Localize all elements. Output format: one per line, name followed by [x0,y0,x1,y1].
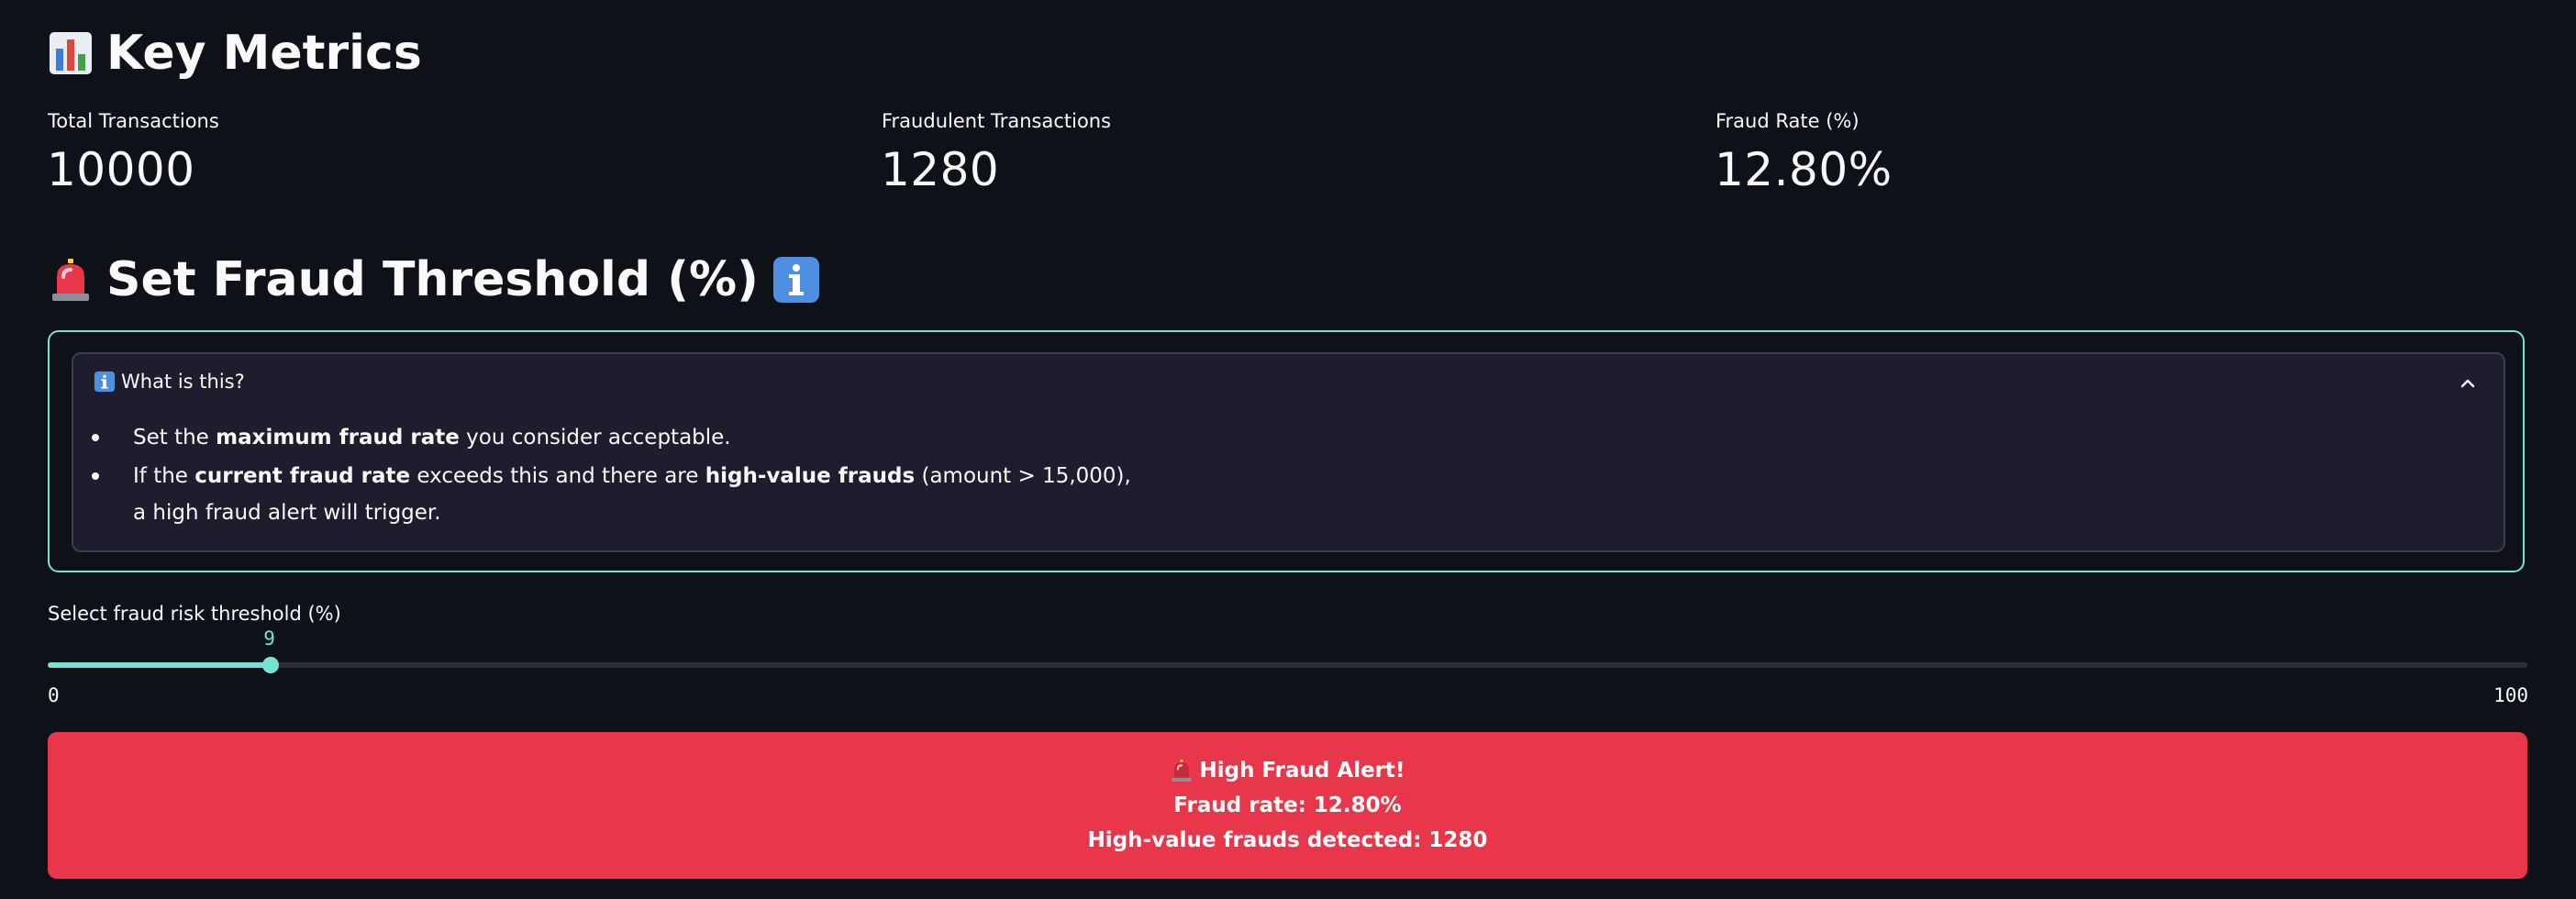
bullet-text: (amount > 15,000), [915,464,1131,488]
siren-icon [48,257,94,303]
chevron-up-icon[interactable] [2458,373,2478,394]
slider-label: Select fraud risk threshold (%) [48,603,341,625]
expander-content: Set the maximum fraud rate you consider … [92,418,1131,530]
threshold-title: Set Fraud Threshold (%) [106,252,759,307]
list-item: Set the maximum fraud rate you consider … [92,418,1131,457]
bullet-bold: maximum fraud rate [216,426,460,450]
key-metrics-heading: Key Metrics [48,29,422,77]
alert-fraud-rate: Fraud rate: 12.80% [1173,794,1402,817]
key-metrics-title: Key Metrics [106,26,422,81]
slider-max-label: 100 [2493,684,2528,706]
slider-track-fill [48,662,272,668]
bullet-text-continued: a high fraud alert will trigger. [133,501,441,525]
siren-icon [1170,759,1194,782]
slider-thumb[interactable] [262,657,280,673]
metric-label-fraud-rate: Fraud Rate (%) [1715,110,1860,132]
metric-label-total: Total Transactions [48,110,219,132]
bullet-text: exceeds this and there are [410,464,705,488]
page: Key Metrics Total Transactions 10000 Fra… [0,0,2576,899]
expander-title: What is this? [121,371,245,393]
high-fraud-alert: High Fraud Alert! Fraud rate: 12.80% Hig… [48,732,2527,879]
bullet-bold: high-value frauds [705,464,916,488]
slider-value: 9 [263,627,275,649]
list-item: If the current fraud rate exceeds this a… [92,457,1131,530]
metric-value-fraud-rate: 12.80% [1715,143,1893,196]
metric-label-fraudulent: Fraudulent Transactions [882,110,1112,132]
alert-title-text: High Fraud Alert! [1199,759,1405,782]
bullet-dot [92,434,99,441]
slider-min-label: 0 [48,684,60,706]
threshold-heading: Set Fraud Threshold (%) [48,255,821,305]
bullet-text: If the [133,464,195,488]
info-icon [772,255,821,305]
bar-chart-icon [48,30,94,76]
expander-header[interactable]: What is this? [94,371,245,393]
bullet-text: you consider acceptable. [459,426,731,450]
bullet-dot [92,472,99,480]
alert-title: High Fraud Alert! [1170,756,1405,785]
metric-value-fraudulent: 1280 [881,143,1000,196]
slider-track[interactable] [48,662,2527,668]
info-icon [94,371,116,393]
bullet-text: Set the [133,426,217,450]
bullet-bold: current fraud rate [194,464,411,488]
metric-value-total: 10000 [47,143,195,196]
alert-high-value-count: High-value frauds detected: 1280 [1087,828,1488,852]
